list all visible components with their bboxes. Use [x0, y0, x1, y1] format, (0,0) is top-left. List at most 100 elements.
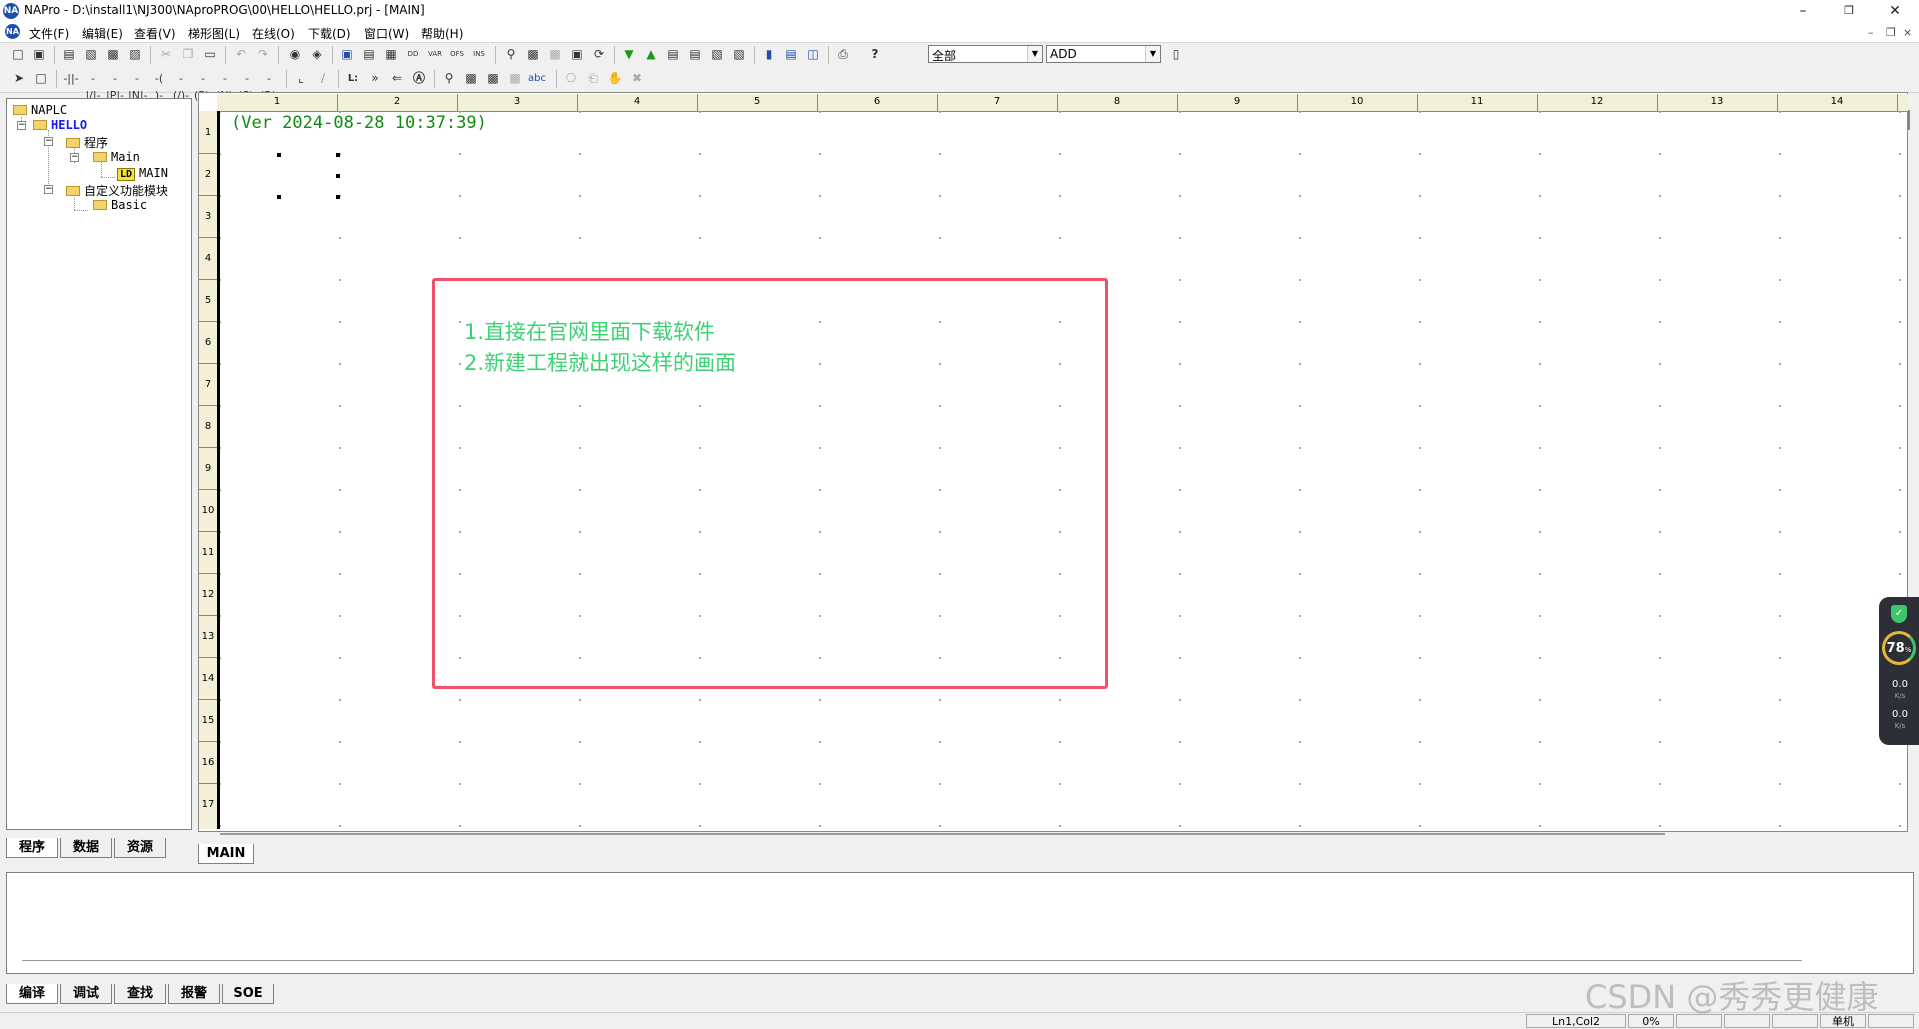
network-monitor-widget[interactable]: ✓ 78% 0.0 K/s 0.0 K/s	[1879, 597, 1919, 745]
label-icon[interactable]: L:	[344, 70, 362, 87]
find-icon[interactable]: ◉	[286, 46, 304, 63]
help-icon[interactable]: ?	[866, 46, 884, 63]
upload-icon[interactable]: ▲	[642, 46, 660, 63]
tree-node-hello[interactable]: HELLO	[33, 118, 87, 132]
tree-node-main-folder[interactable]: Main	[93, 150, 140, 164]
coil-n-icon[interactable]: -(N)-	[216, 70, 237, 102]
tab-find[interactable]: 查找	[114, 984, 166, 1004]
tab-debug[interactable]: 调试	[60, 984, 112, 1004]
window-icon[interactable]: ▣	[338, 46, 356, 63]
select-pointer-icon[interactable]: ➤	[10, 70, 28, 87]
disconnect-icon[interactable]: ▩	[546, 46, 564, 63]
file-up-icon[interactable]: ▤	[686, 46, 704, 63]
table-icon[interactable]: ▦	[382, 46, 400, 63]
mdi-restore-button[interactable]: ❐	[1886, 26, 1896, 39]
tab-data[interactable]: 数据	[60, 838, 112, 858]
menu-window[interactable]: 窗口(W)	[364, 25, 409, 42]
ins-icon[interactable]: INS	[470, 46, 488, 63]
coil-icon[interactable]: -( )-	[150, 70, 168, 102]
block-copy-icon[interactable]: ▩	[506, 70, 524, 87]
close-button[interactable]: ✕	[1872, 0, 1918, 22]
restore-button[interactable]: ❐	[1826, 0, 1872, 22]
connect-icon[interactable]: ▩	[524, 46, 542, 63]
jump-icon[interactable]: »	[366, 70, 384, 87]
menu-view[interactable]: 查看(V)	[134, 25, 176, 42]
menu-download[interactable]: 下载(D)	[308, 25, 351, 42]
module-icon[interactable]: ▯	[1167, 46, 1185, 63]
ofs-icon[interactable]: OFS	[448, 46, 466, 63]
hand-icon[interactable]: ✋	[606, 70, 624, 87]
undo-icon[interactable]: ↶	[232, 46, 250, 63]
step-icon[interactable]: ⎔	[562, 70, 580, 87]
refresh-icon[interactable]: ⟳	[590, 46, 608, 63]
tile-vertical-icon[interactable]: ◫	[804, 46, 822, 63]
tile-horizontal-icon[interactable]: ▤	[782, 46, 800, 63]
tree-node-udfb[interactable]: 自定义功能模块	[66, 182, 168, 199]
tab-resource[interactable]: 资源	[114, 838, 166, 858]
collapse-icon[interactable]: −	[44, 137, 53, 146]
menu-edit[interactable]: 编辑(E)	[82, 25, 123, 42]
diagonal-icon[interactable]: ∕	[314, 70, 332, 87]
coil-p-icon[interactable]: -(P)-	[194, 70, 213, 102]
contact-p-icon[interactable]: -|P|-	[106, 70, 124, 102]
rect-select-icon[interactable]: □	[32, 70, 50, 87]
mdi-minimize-button[interactable]: –	[1868, 26, 1874, 39]
menu-ladder[interactable]: 梯形图(L)	[188, 25, 240, 42]
menu-online[interactable]: 在线(O)	[252, 25, 295, 42]
step-over-icon[interactable]: ⎗	[584, 70, 602, 87]
coil-reset-icon[interactable]: -(R)-	[260, 70, 280, 102]
copy-pages-icon[interactable]: ▩	[104, 46, 122, 63]
text-box-icon[interactable]: Ⓐ	[410, 70, 428, 87]
filter-select[interactable]: 全部 ▼	[928, 45, 1043, 63]
document-icon[interactable]: ▤	[60, 46, 78, 63]
stop-icon[interactable]: ✖	[628, 70, 646, 87]
block-icon[interactable]: ▩	[462, 70, 480, 87]
mdi-close-button[interactable]: ×	[1903, 26, 1912, 39]
tab-soe[interactable]: SOE	[222, 984, 274, 1004]
horizontal-scrollbar[interactable]	[220, 830, 1910, 838]
cut-icon[interactable]: ✂	[157, 46, 175, 63]
collapse-icon[interactable]: −	[44, 185, 53, 194]
contact-nc-icon[interactable]: -|/|-	[84, 70, 102, 102]
printer-icon[interactable]: ⎙	[834, 46, 852, 63]
copy-icon[interactable]: ❐	[179, 46, 197, 63]
collapse-icon[interactable]: −	[17, 121, 26, 130]
tree-node-programs[interactable]: 程序	[66, 134, 108, 151]
comment-text-icon[interactable]: abc	[528, 70, 546, 87]
tab-main-sheet[interactable]: MAIN	[198, 844, 254, 864]
compare-icon[interactable]: ▧	[708, 46, 726, 63]
minimize-button[interactable]: –	[1780, 0, 1826, 22]
verify-icon[interactable]: ▧	[730, 46, 748, 63]
contact-no-icon[interactable]: -||-	[62, 70, 80, 87]
coil-inv-icon[interactable]: -(/)-	[172, 70, 190, 102]
paste-icon[interactable]: ▭	[201, 46, 219, 63]
block-tree-icon[interactable]: ▩	[484, 70, 502, 87]
menu-file[interactable]: 文件(F)	[29, 25, 69, 42]
output-scrollbar[interactable]	[22, 960, 1802, 961]
menu-help[interactable]: 帮助(H)	[421, 25, 463, 42]
new-file-icon[interactable]: □	[9, 46, 27, 63]
chart-icon[interactable]: ▤	[360, 46, 378, 63]
download-icon[interactable]: ▼	[620, 46, 638, 63]
tree-node-naplc[interactable]: NAPLC	[13, 103, 67, 117]
app-menu-icon[interactable]: NA	[5, 24, 20, 39]
hline-icon[interactable]: ⌞	[292, 70, 310, 87]
var-icon[interactable]: VAR	[426, 46, 444, 63]
replace-icon[interactable]: ◈	[308, 46, 326, 63]
search-icon[interactable]: ⚲	[440, 70, 458, 87]
tab-alarm[interactable]: 报警	[168, 984, 220, 1004]
dd-icon[interactable]: DD	[404, 46, 422, 63]
tree-node-basic[interactable]: Basic	[93, 198, 147, 212]
file-down-icon[interactable]: ▤	[664, 46, 682, 63]
print-preview-icon[interactable]: ▧	[82, 46, 100, 63]
plc-icon[interactable]: ▣	[568, 46, 586, 63]
contact-n-icon[interactable]: -|N|-	[128, 70, 148, 102]
redo-icon[interactable]: ↷	[254, 46, 272, 63]
tree-node-main-program[interactable]: LD MAIN	[117, 166, 168, 181]
return-icon[interactable]: ⇐	[388, 70, 406, 87]
instruction-select[interactable]: ADD ▼	[1046, 45, 1161, 63]
coil-set-icon[interactable]: -(S)-	[238, 70, 258, 102]
stack-icon[interactable]: ▨	[126, 46, 144, 63]
zoom-icon[interactable]: ⚲	[502, 46, 520, 63]
tab-program[interactable]: 程序	[6, 838, 58, 858]
